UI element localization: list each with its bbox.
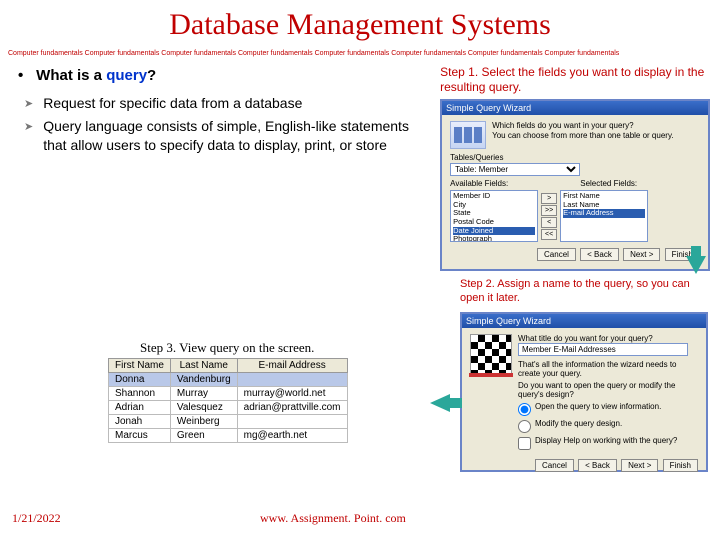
list-text: Request for specific data from a databas… [43, 94, 302, 113]
wizard2-titlebar: Simple Query Wizard [462, 314, 706, 328]
wizard1-titlebar: Simple Query Wizard [442, 101, 708, 115]
wizard1-prompt: Which fields do you want in your query? [492, 121, 673, 131]
back-button[interactable]: < Back [578, 459, 617, 472]
check-help[interactable]: Display Help on working with the query? [518, 436, 698, 450]
wizard2-done: That's all the information the wizard ne… [518, 360, 698, 378]
cancel-button[interactable]: Cancel [535, 459, 574, 472]
chevron-icon: ➤ [24, 94, 43, 113]
footer-date: 1/21/2022 [12, 511, 61, 526]
heading-keyword: query [106, 67, 147, 84]
tagline: Computer fundamentals Computer fundament… [0, 44, 720, 61]
tables-select[interactable]: Table: Member [450, 163, 580, 176]
radio-modify[interactable]: Modify the query design. [518, 419, 698, 433]
move-all-left-button[interactable]: << [541, 229, 557, 240]
heading-prefix: What is a [36, 67, 106, 84]
list-item: ➤Query language consists of simple, Engl… [24, 117, 432, 155]
checkered-flag-icon [470, 334, 512, 376]
table-row[interactable]: DonnaVandenburg [109, 373, 348, 387]
list-item: ➤Request for specific data from a databa… [24, 94, 432, 113]
table-row[interactable]: AdrianValesquezadrian@prattville.com [109, 401, 348, 415]
wizard-step2: Simple Query Wizard What title do you wa… [460, 312, 708, 472]
available-listbox[interactable]: Member IDCity StatePostal Code Date Join… [450, 190, 538, 242]
arrow-down-icon [686, 256, 706, 274]
move-all-right-button[interactable]: >> [541, 205, 557, 216]
table-row[interactable]: MarcusGreenmg@earth.net [109, 429, 348, 443]
selected-label: Selected Fields: [580, 179, 637, 188]
table-row[interactable]: ShannonMurraymurray@world.net [109, 387, 348, 401]
radio-open[interactable]: Open the query to view information. [518, 402, 698, 416]
back-button[interactable]: < Back [580, 248, 619, 261]
arrow-left-icon [430, 394, 450, 412]
tables-label: Tables/Queries [450, 153, 700, 162]
query-result-table: First Name Last Name E-mail Address Donn… [108, 358, 348, 443]
step1-caption: Step 1. Select the fields you want to di… [440, 65, 710, 95]
step3-caption: Step 3. View query on the screen. [140, 340, 314, 356]
wizard2-ask: Do you want to open the query or modify … [518, 381, 698, 399]
available-label: Available Fields: [450, 179, 508, 188]
section-heading: • What is a query? [18, 67, 432, 84]
list-text: Query language consists of simple, Engli… [43, 117, 432, 155]
wizard2-question: What title do you want for your query? [518, 334, 698, 343]
footer-url: www. Assignment. Point. com [260, 511, 406, 526]
move-left-button[interactable]: < [541, 217, 557, 228]
col-header: First Name [109, 359, 171, 373]
query-name-input[interactable]: Member E-Mail Addresses [518, 343, 688, 356]
col-header: Last Name [170, 359, 237, 373]
heading-suffix: ? [147, 67, 156, 84]
wizard-icon [450, 121, 486, 149]
wizard-step1: Simple Query Wizard Which fields do you … [440, 99, 710, 271]
col-header: E-mail Address [237, 359, 347, 373]
next-button[interactable]: Next > [621, 459, 658, 472]
selected-listbox[interactable]: First NameLast Name E-mail Address [560, 190, 648, 242]
next-button[interactable]: Next > [623, 248, 660, 261]
move-right-button[interactable]: > [541, 193, 557, 204]
bullet-list: ➤Request for specific data from a databa… [24, 94, 432, 155]
finish-button[interactable]: Finish [663, 459, 698, 472]
step2-caption: Step 2. Assign a name to the query, so y… [460, 278, 710, 306]
wizard1-subprompt: You can choose from more than one table … [492, 131, 673, 141]
chevron-icon: ➤ [24, 117, 43, 155]
cancel-button[interactable]: Cancel [537, 248, 576, 261]
table-row[interactable]: JonahWeinberg [109, 415, 348, 429]
page-title: Database Management Systems [0, 0, 720, 44]
